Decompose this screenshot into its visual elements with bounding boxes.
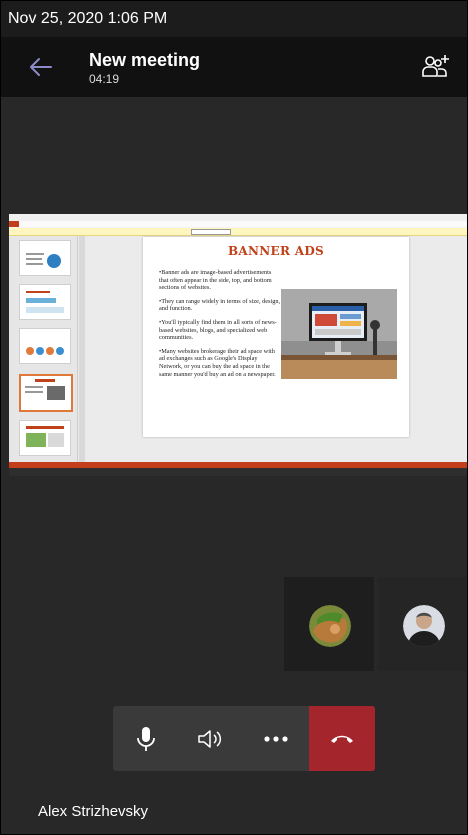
share-bottom-edge <box>9 468 467 476</box>
meeting-header: New meeting 04:19 <box>1 37 467 97</box>
editor-scrollbar <box>79 236 85 462</box>
slide-bullet: •They can range widely in terms of size,… <box>159 297 281 313</box>
slide-bullet: •You'll typically find them in all sorts… <box>159 318 277 342</box>
add-people-icon[interactable] <box>421 51 451 79</box>
slide-thumbnail-selected <box>19 374 73 412</box>
hang-up-button[interactable] <box>309 706 375 771</box>
meeting-screen: Nov 25, 2020 1:06 PM New meeting 04:19 B… <box>0 0 468 835</box>
slide-photo <box>281 289 397 379</box>
slide-title: BANNER ADS <box>227 244 325 258</box>
ppt-ribbon-tabs <box>9 221 467 227</box>
more-options-icon <box>263 735 288 742</box>
thumbnail-graphic <box>26 291 64 313</box>
slide-thumbnail <box>19 420 71 456</box>
call-controls <box>113 706 375 771</box>
slide-bullets: •Banner ads are image-based advertisemen… <box>159 269 281 384</box>
thumbnail-graphic <box>25 379 65 400</box>
participant-tile[interactable] <box>284 577 374 671</box>
ppt-file-tab <box>9 221 19 227</box>
slide-thumbnails <box>9 236 78 462</box>
mute-button[interactable] <box>113 706 178 771</box>
participant-tile[interactable] <box>378 577 467 671</box>
slide-thumbnail <box>19 240 71 276</box>
thumbnail-graphic <box>26 426 64 447</box>
speaker-icon <box>197 729 221 748</box>
shared-screen: BANNER ADS •Banner ads are image-based a… <box>9 214 467 476</box>
meeting-title: New meeting <box>89 50 201 70</box>
participant-avatar <box>403 605 445 647</box>
enable-editing-button <box>191 229 231 235</box>
thumbnail-graphic <box>26 347 64 355</box>
slide-thumbnail <box>19 284 71 320</box>
microphone-icon <box>136 726 155 751</box>
participant-avatar <box>309 605 351 647</box>
hang-up-icon <box>331 735 353 743</box>
speaker-button[interactable] <box>178 706 243 771</box>
meeting-timer: 04:19 <box>89 72 120 86</box>
slide-thumbnail <box>19 328 71 364</box>
slide-bullet: •Many websites brokerage their ad space … <box>159 347 276 378</box>
slide-bullet: •Banner ads are image-based advertisemen… <box>159 269 272 292</box>
user-name: Alex Strizhevsky <box>38 803 149 820</box>
more-options-button[interactable] <box>243 706 308 771</box>
ppt-protected-view-bar <box>9 228 467 236</box>
current-slide: BANNER ADS •Banner ads are image-based a… <box>143 237 409 437</box>
thumbnail-graphic <box>26 253 61 268</box>
status-datetime: Nov 25, 2020 1:06 PM <box>8 10 168 27</box>
arrow-left-icon[interactable] <box>27 55 53 79</box>
status-bar: Nov 25, 2020 1:06 PM <box>1 1 467 37</box>
